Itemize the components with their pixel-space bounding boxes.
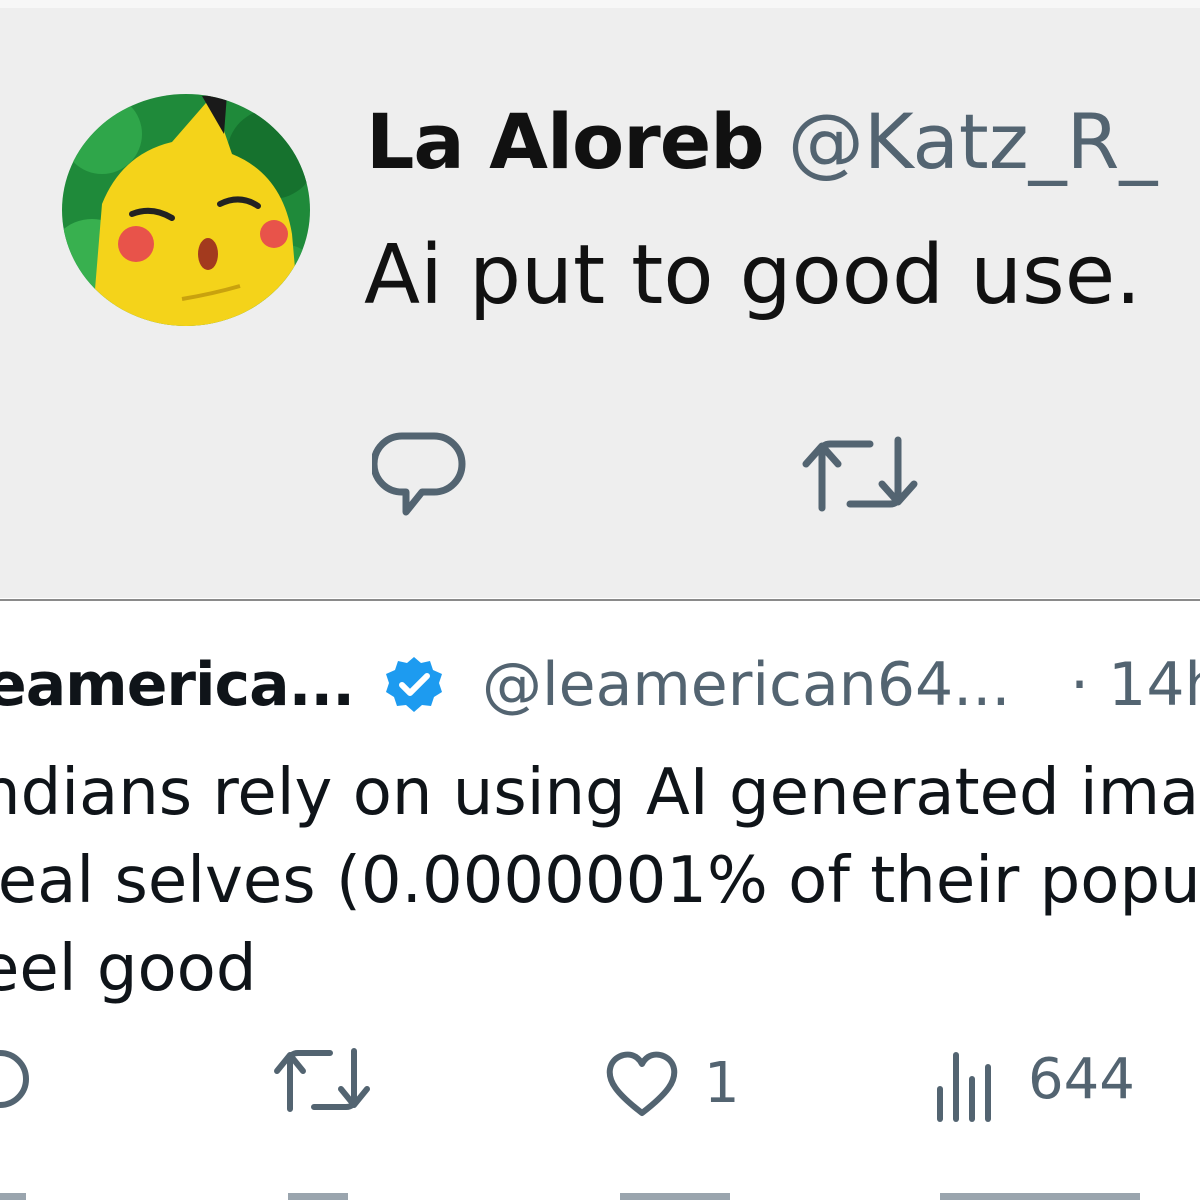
quoted-retweet-button[interactable] — [272, 1041, 372, 1131]
cut-off-row — [0, 1193, 1140, 1200]
like-icon — [606, 1051, 678, 1116]
quoted-text-line-1: ndians rely on using AI generated images — [0, 756, 1200, 830]
like-count: 1 — [704, 1051, 740, 1116]
views-icon — [937, 1052, 991, 1122]
quoted-timestamp[interactable]: · 14h — [1070, 649, 1200, 721]
views-count: 644 — [1028, 1047, 1135, 1112]
reply-icon — [0, 1050, 29, 1108]
quoted-display-name[interactable]: eamerica... — [0, 649, 355, 721]
retweet-icon — [274, 1048, 370, 1112]
quoted-reply-button[interactable] — [0, 1041, 40, 1131]
tweet-text: Ai put to good use. — [364, 228, 1142, 323]
reply-button[interactable] — [370, 428, 468, 524]
user-handle[interactable]: @Katz_R_ — [788, 97, 1158, 186]
quoted-tweet-card[interactable]: eamerica... @leamerican64... · 14h ndian… — [0, 601, 1200, 1200]
quoted-tweet-text: ndians rely on using AI generated images… — [0, 749, 1200, 1013]
retweet-button[interactable] — [800, 432, 920, 520]
tweet-author-line: La Aloreb @Katz_R_ — [366, 96, 1157, 188]
quoted-user-handle[interactable]: @leamerican64... — [482, 649, 1010, 721]
quoted-text-line-2: leal selves (0.0000001% of their popula — [0, 844, 1200, 918]
card-top-edge — [0, 0, 1200, 8]
display-name[interactable]: La Aloreb — [366, 97, 765, 186]
quoted-text-line-3: eel good — [0, 932, 257, 1006]
top-tweet-card: La Aloreb @Katz_R_ Ai put to good use. — [0, 0, 1200, 598]
verified-badge-icon — [386, 657, 442, 712]
retweet-icon — [802, 436, 918, 512]
reply-icon — [370, 432, 466, 516]
avatar[interactable] — [62, 94, 310, 326]
